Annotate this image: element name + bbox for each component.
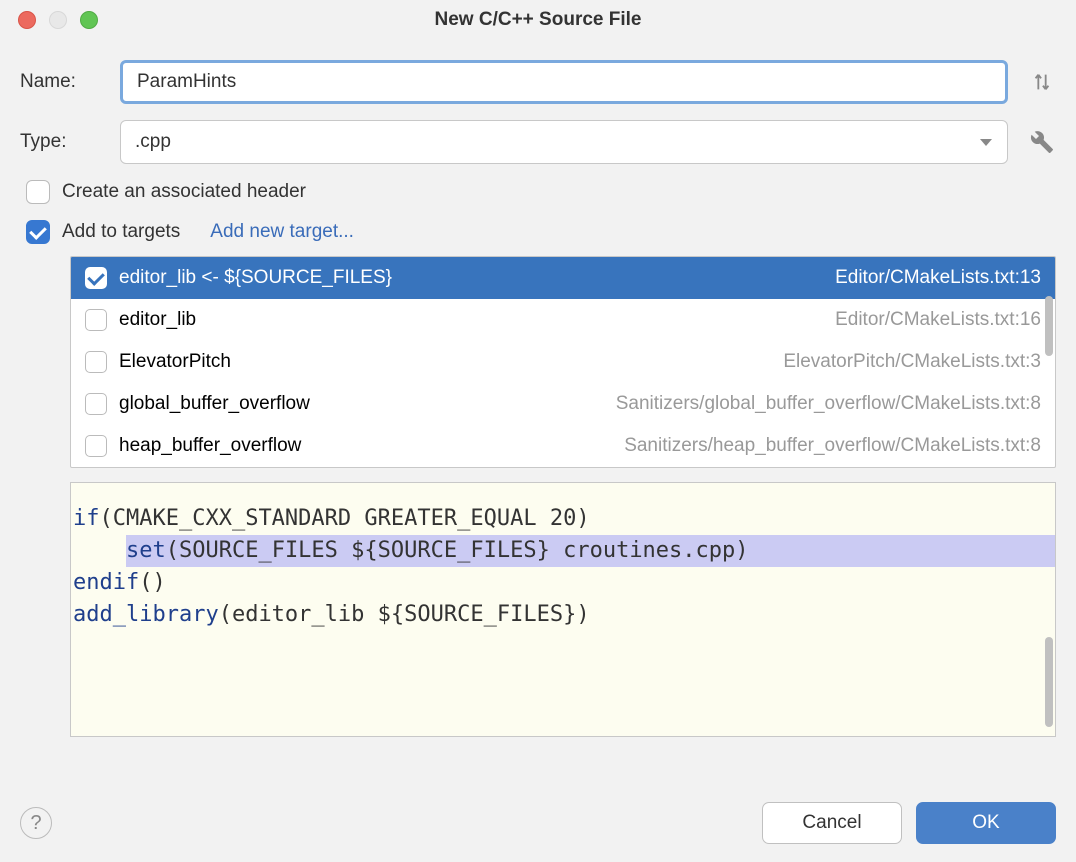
help-button[interactable]: ?	[20, 807, 52, 839]
target-name: heap_buffer_overflow	[119, 435, 612, 457]
target-path: Sanitizers/heap_buffer_overflow/CMakeLis…	[624, 435, 1041, 457]
close-window-icon[interactable]	[18, 11, 36, 29]
add-targets-row: Add to targets Add new target...	[26, 220, 1056, 244]
code-text: ()	[139, 570, 166, 595]
target-checkbox[interactable]	[85, 309, 107, 331]
titlebar: New C/C++ Source File	[0, 0, 1076, 40]
window-controls	[18, 11, 98, 29]
create-header-checkbox[interactable]	[26, 180, 50, 204]
create-header-row: Create an associated header	[26, 180, 1056, 204]
target-row[interactable]: heap_buffer_overflow Sanitizers/heap_buf…	[71, 425, 1055, 467]
target-path: Sanitizers/global_buffer_overflow/CMakeL…	[616, 393, 1041, 415]
target-name: editor_lib <- ${SOURCE_FILES}	[119, 267, 823, 289]
window-title: New C/C++ Source File	[16, 9, 1060, 31]
target-checkbox[interactable]	[85, 351, 107, 373]
target-row[interactable]: editor_lib <- ${SOURCE_FILES} Editor/CMa…	[71, 257, 1055, 299]
ok-button[interactable]: OK	[916, 802, 1056, 844]
code-text: (SOURCE_FILES ${SOURCE_FILES} croutines.…	[166, 538, 749, 563]
add-new-target-link[interactable]: Add new target...	[210, 221, 354, 243]
type-value: .cpp	[135, 131, 171, 153]
code-keyword: endif	[73, 570, 139, 595]
scrollbar[interactable]	[1045, 296, 1053, 356]
code-keyword: if	[73, 506, 100, 531]
code-preview[interactable]: if(CMAKE_CXX_STANDARD GREATER_EQUAL 20) …	[70, 482, 1056, 737]
dialog-window: New C/C++ Source File Name: Type: .cpp	[0, 0, 1076, 862]
target-checkbox[interactable]	[85, 267, 107, 289]
type-row: Type: .cpp	[20, 120, 1056, 164]
add-targets-label: Add to targets	[62, 221, 180, 243]
code-function: set	[126, 538, 166, 563]
create-header-label: Create an associated header	[62, 181, 306, 203]
target-row[interactable]: global_buffer_overflow Sanitizers/global…	[71, 383, 1055, 425]
target-name: editor_lib	[119, 309, 823, 331]
target-path: Editor/CMakeLists.txt:13	[835, 267, 1041, 289]
targets-list[interactable]: editor_lib <- ${SOURCE_FILES} Editor/CMa…	[70, 256, 1056, 468]
cancel-button[interactable]: Cancel	[762, 802, 902, 844]
type-label: Type:	[20, 131, 100, 153]
add-targets-checkbox[interactable]	[26, 220, 50, 244]
target-row[interactable]: ElevatorPitch ElevatorPitch/CMakeLists.t…	[71, 341, 1055, 383]
target-path: ElevatorPitch/CMakeLists.txt:3	[783, 351, 1041, 373]
type-select[interactable]: .cpp	[120, 120, 1008, 164]
wrench-icon[interactable]	[1028, 128, 1056, 156]
name-label: Name:	[20, 71, 100, 93]
dialog-content: Name: Type: .cpp Create an associat	[0, 40, 1076, 790]
target-checkbox[interactable]	[85, 435, 107, 457]
code-text: (editor_lib ${SOURCE_FILES})	[219, 602, 590, 627]
target-name: global_buffer_overflow	[119, 393, 604, 415]
target-name: ElevatorPitch	[119, 351, 771, 373]
code-function: add_library	[73, 602, 219, 627]
name-input[interactable]	[120, 60, 1008, 104]
scrollbar[interactable]	[1045, 637, 1053, 727]
button-bar: ? Cancel OK	[0, 790, 1076, 862]
target-path: Editor/CMakeLists.txt:16	[835, 309, 1041, 331]
target-checkbox[interactable]	[85, 393, 107, 415]
name-row: Name:	[20, 60, 1056, 104]
maximize-window-icon[interactable]	[80, 11, 98, 29]
minimize-window-icon[interactable]	[49, 11, 67, 29]
chevron-down-icon	[980, 139, 992, 146]
sort-icon[interactable]	[1028, 68, 1056, 96]
target-row[interactable]: editor_lib Editor/CMakeLists.txt:16	[71, 299, 1055, 341]
code-text: (CMAKE_CXX_STANDARD GREATER_EQUAL 20)	[100, 506, 590, 531]
